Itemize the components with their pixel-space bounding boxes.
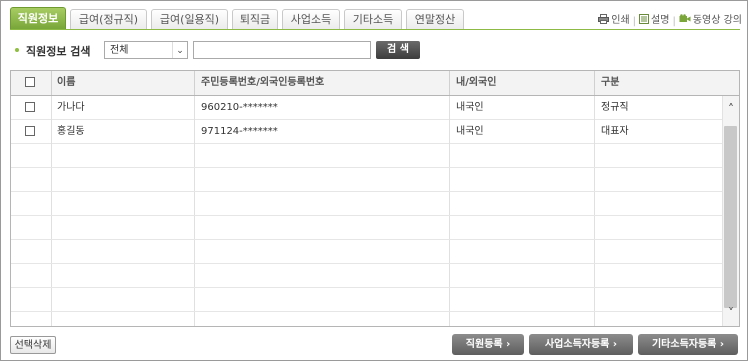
tab-underline: [10, 29, 740, 30]
employee-table: 이름 주민등록번호/외국인등록번호 내/외국인 구분 가나다 960210-**…: [10, 70, 740, 327]
table-row[interactable]: 홍길동 971124-******* 내국인 대표자: [11, 120, 723, 144]
search-button[interactable]: 검 색: [376, 41, 420, 59]
top-links: 인쇄 | 설명 | 동영상 강의: [598, 11, 742, 27]
row-nationality: 내국인: [456, 102, 484, 113]
tab-year-end-settlement[interactable]: 연말정산: [406, 9, 464, 29]
document-icon: [639, 13, 650, 24]
table-row[interactable]: 가나다 960210-******* 내국인 정규직: [11, 96, 723, 120]
row-id-number: 971124-*******: [201, 126, 278, 137]
row-name: 홍길동: [57, 126, 85, 137]
tab-severance[interactable]: 퇴직금: [232, 9, 278, 29]
empty-table-row: [11, 216, 723, 240]
tab-employee-info[interactable]: 직원정보: [10, 7, 66, 29]
header-name: 이름: [57, 77, 76, 88]
tab-business-income[interactable]: 사업소득: [282, 9, 340, 29]
video-camera-icon: [679, 13, 691, 24]
header-type: 구분: [601, 77, 620, 88]
empty-table-row: [11, 168, 723, 192]
register-business-earner-button[interactable]: 사업소득자등록 ›: [529, 334, 633, 355]
scrollbar-thumb[interactable]: [724, 126, 737, 308]
help-link[interactable]: 설명: [639, 11, 669, 26]
search-input[interactable]: [193, 41, 371, 59]
column-divider: [51, 71, 52, 95]
row-name: 가나다: [57, 102, 85, 113]
video-lecture-label: 동영상 강의: [692, 15, 742, 26]
delete-selected-button[interactable]: 선택삭제: [10, 336, 56, 354]
help-label: 설명: [651, 15, 670, 26]
bullet-icon: [15, 48, 19, 52]
empty-table-row: [11, 264, 723, 288]
divider: |: [672, 15, 676, 27]
printer-icon: [598, 13, 610, 24]
scroll-up-icon[interactable]: ˄: [723, 100, 739, 118]
empty-table-row: [11, 192, 723, 216]
vertical-scrollbar[interactable]: ˄ ˅: [722, 96, 739, 326]
select-all-checkbox[interactable]: [25, 77, 35, 87]
tab-salary-daily[interactable]: 급여(일용직): [151, 9, 228, 29]
header-checkbox-cell: [11, 71, 51, 95]
search-type-select[interactable]: 전체 ⌄: [104, 41, 188, 59]
table-header: 이름 주민등록번호/외국인등록번호 내/외국인 구분: [11, 71, 739, 96]
row-checkbox[interactable]: [25, 102, 35, 112]
search-label: 직원정보 검색: [26, 45, 91, 58]
empty-table-row: [11, 240, 723, 264]
search-type-value: 전체: [110, 45, 129, 56]
header-nationality: 내/외국인: [456, 77, 497, 88]
row-nationality: 내국인: [456, 126, 484, 137]
empty-table-row: [11, 144, 723, 168]
register-employee-button[interactable]: 직원등록 ›: [452, 334, 524, 355]
chevron-down-icon: ⌄: [172, 42, 187, 58]
column-divider: [594, 71, 595, 95]
column-divider: [194, 71, 195, 95]
row-checkbox[interactable]: [25, 126, 35, 136]
row-type: 대표자: [601, 126, 629, 137]
row-type: 정규직: [601, 102, 629, 113]
divider: |: [632, 15, 637, 27]
row-id-number: 960210-*******: [201, 102, 278, 113]
video-lecture-link[interactable]: 동영상 강의: [679, 11, 742, 26]
empty-table-row: [11, 288, 723, 312]
empty-table-row: [11, 312, 723, 326]
header-id-number: 주민등록번호/외국인등록번호: [201, 77, 325, 88]
print-link[interactable]: 인쇄: [598, 11, 630, 26]
tab-salary-regular[interactable]: 급여(정규직): [70, 9, 147, 29]
tab-other-income[interactable]: 기타소득: [344, 9, 402, 29]
scroll-down-icon[interactable]: ˅: [723, 304, 739, 322]
column-divider: [449, 71, 450, 95]
register-other-earner-button[interactable]: 기타소득자등록 ›: [638, 334, 738, 355]
print-label: 인쇄: [611, 15, 630, 26]
